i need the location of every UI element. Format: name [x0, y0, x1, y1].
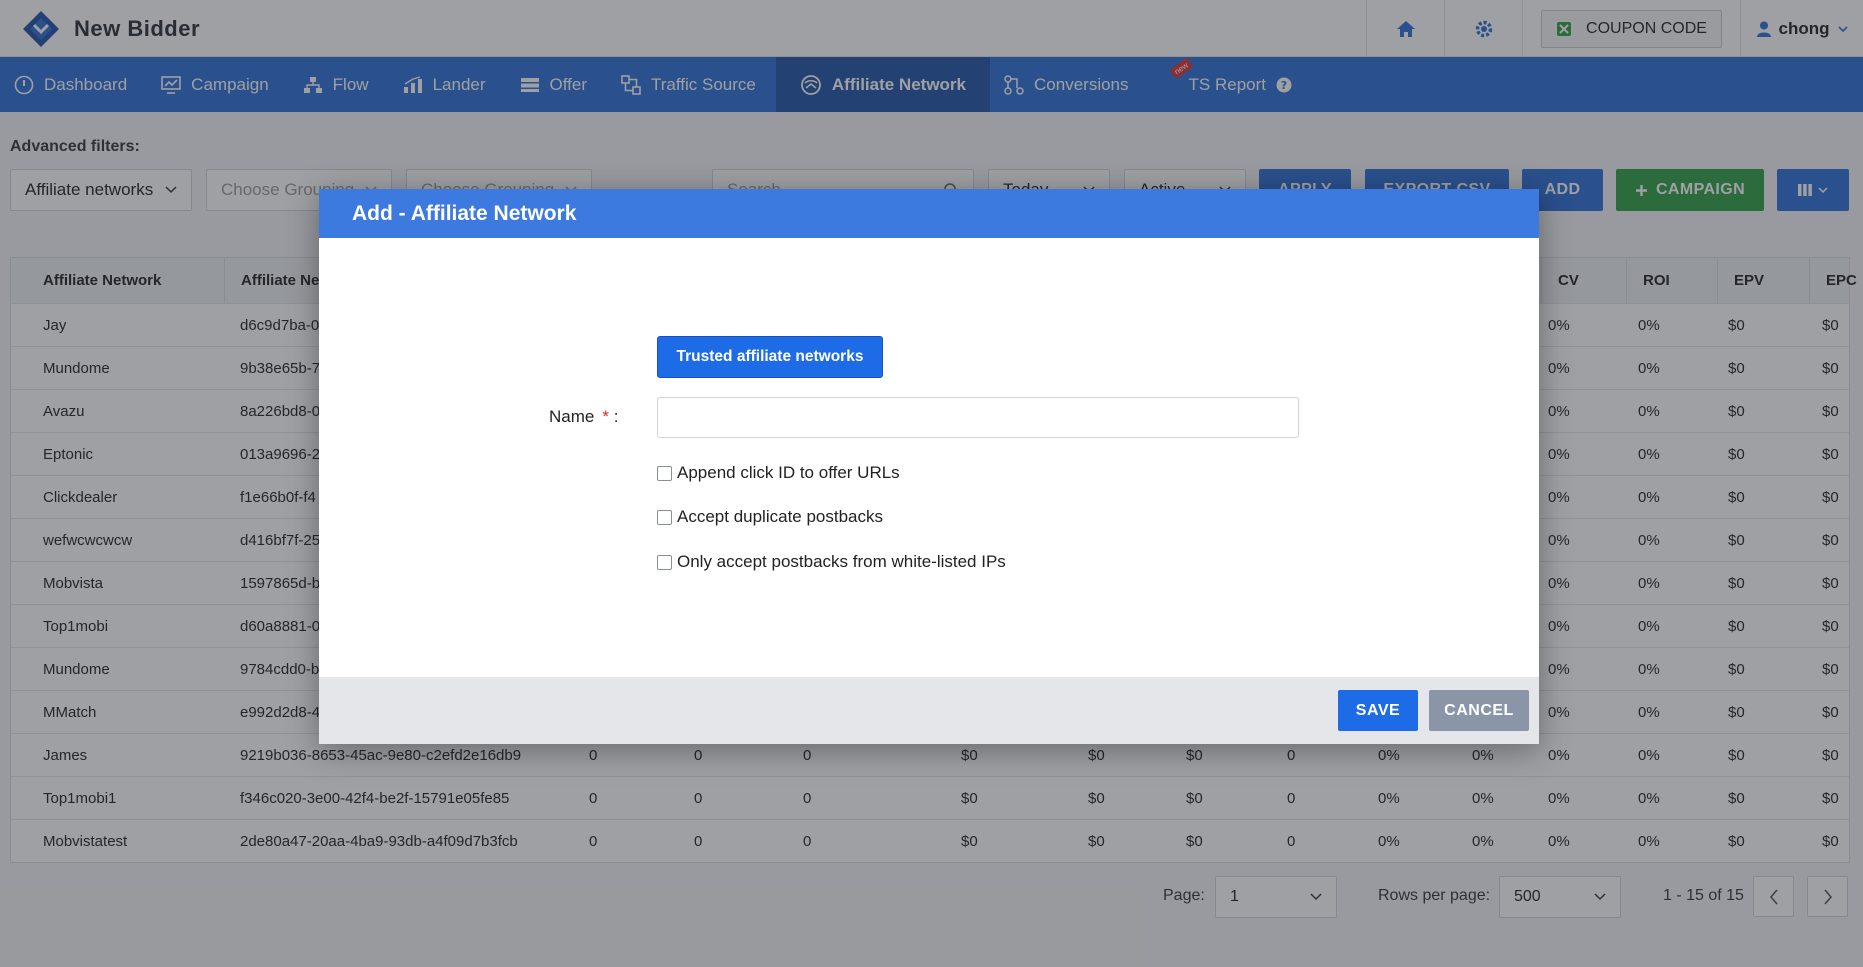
- checkbox-label[interactable]: Append click ID to offer URLs: [677, 463, 900, 483]
- whitelisted-ips-option[interactable]: Only accept postbacks from white-listed …: [657, 552, 1006, 572]
- cancel-button[interactable]: CANCEL: [1429, 690, 1529, 731]
- whitelisted-ips-checkbox[interactable]: [657, 554, 672, 570]
- accept-duplicate-option[interactable]: Accept duplicate postbacks: [657, 507, 883, 527]
- add-affiliate-network-dialog: Add - Affiliate Network Trusted affiliat…: [319, 189, 1539, 744]
- name-label-colon: :: [613, 407, 619, 426]
- checkbox-label[interactable]: Accept duplicate postbacks: [677, 507, 883, 527]
- name-input[interactable]: [657, 397, 1299, 438]
- required-marker: *: [602, 407, 609, 426]
- accept-duplicate-checkbox[interactable]: [657, 509, 672, 525]
- save-button[interactable]: SAVE: [1338, 690, 1418, 731]
- name-field-label: Name * :: [549, 407, 618, 427]
- dialog-footer: SAVE CANCEL: [319, 677, 1539, 744]
- checkbox-label[interactable]: Only accept postbacks from white-listed …: [677, 552, 1006, 572]
- dialog-title: Add - Affiliate Network: [319, 189, 1539, 238]
- trusted-affiliate-networks-button[interactable]: Trusted affiliate networks: [657, 336, 883, 378]
- append-click-id-checkbox[interactable]: [657, 465, 672, 481]
- name-label-text: Name: [549, 407, 595, 426]
- append-click-id-option[interactable]: Append click ID to offer URLs: [657, 463, 900, 483]
